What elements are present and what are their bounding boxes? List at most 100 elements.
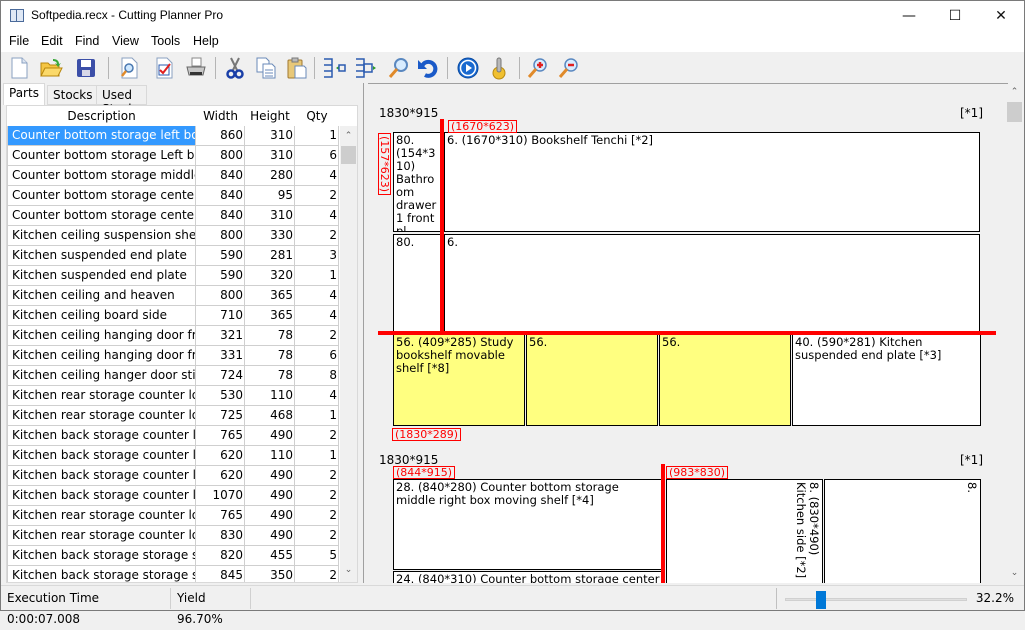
table-row[interactable]: Counter bottom storage middle r 840 280 4: [7, 166, 339, 186]
menu-file[interactable]: File: [9, 34, 29, 48]
cell-height[interactable]: 468: [245, 406, 295, 425]
cell-height[interactable]: 490: [245, 526, 295, 545]
table-row[interactable]: Kitchen back storage counter low 620 110 1: [7, 446, 339, 466]
cell-qty[interactable]: 2: [295, 526, 339, 545]
cell-description[interactable]: Kitchen back storage counter low: [7, 486, 196, 505]
tab-stocks[interactable]: Stocks: [47, 85, 99, 105]
piece-8a[interactable]: 8. (830*490) Kitchen side [*2]: [666, 479, 823, 583]
collapse-icon[interactable]: [321, 55, 347, 81]
scroll-thumb[interactable]: [341, 146, 356, 164]
print-preview-icon[interactable]: [116, 55, 142, 81]
table-row[interactable]: Kitchen suspended end plate 590 281 3: [7, 246, 339, 266]
cell-height[interactable]: 490: [245, 506, 295, 525]
checklist-icon[interactable]: [151, 55, 177, 81]
piece-8b[interactable]: 8.: [824, 479, 981, 583]
cell-width[interactable]: 820: [196, 546, 245, 565]
cell-description[interactable]: Counter bottom storage Left box: [7, 146, 196, 165]
cell-description[interactable]: Kitchen rear storage counter low: [7, 506, 196, 525]
cell-height[interactable]: 78: [245, 326, 295, 345]
column-header-height[interactable]: Height: [245, 106, 295, 126]
cell-width[interactable]: 845: [196, 566, 245, 582]
paste-icon[interactable]: [284, 55, 310, 81]
cell-width[interactable]: 800: [196, 146, 245, 165]
cell-description[interactable]: Counter bottom storage center: [7, 186, 196, 205]
cell-width[interactable]: 840: [196, 166, 245, 185]
cell-qty[interactable]: 2: [295, 186, 339, 205]
scroll-down-icon[interactable]: ⌄: [340, 562, 357, 579]
table-row[interactable]: Kitchen ceiling hanging door fran 331 78 6: [7, 346, 339, 366]
cell-description[interactable]: Kitchen ceiling and heaven: [7, 286, 196, 305]
cell-description[interactable]: Counter bottom storage left box: [7, 126, 196, 145]
tab-used-stocks[interactable]: Used Stocks: [96, 85, 148, 116]
piece-56b[interactable]: 56.: [526, 334, 658, 426]
find-icon[interactable]: [386, 55, 412, 81]
cell-qty[interactable]: 2: [295, 326, 339, 345]
cell-description[interactable]: Kitchen suspended end plate: [7, 246, 196, 265]
cell-width[interactable]: 830: [196, 526, 245, 545]
cell-qty[interactable]: 2: [295, 426, 339, 445]
cell-height[interactable]: 490: [245, 466, 295, 485]
cell-description[interactable]: Kitchen back storage storage she: [7, 566, 196, 582]
cell-description[interactable]: Kitchen ceiling hanging door fran: [7, 346, 196, 365]
pane-splitter[interactable]: [363, 83, 367, 583]
cell-qty[interactable]: 4: [295, 286, 339, 305]
cell-qty[interactable]: 4: [295, 166, 339, 185]
piece-80b[interactable]: 80.: [393, 234, 443, 332]
table-row[interactable]: Kitchen back storage counter low 1070 490 2: [7, 486, 339, 506]
cell-height[interactable]: 310: [245, 206, 295, 225]
table-row[interactable]: Kitchen rear storage counter low 725 468 1: [7, 406, 339, 426]
cell-qty[interactable]: 1: [295, 126, 339, 145]
cell-width[interactable]: 800: [196, 226, 245, 245]
parts-scrollbar[interactable]: ⌃ ⌄: [340, 126, 357, 582]
cell-qty[interactable]: 4: [295, 206, 339, 225]
table-row[interactable]: Kitchen ceiling hanger door stile 724 78 8: [7, 366, 339, 386]
cell-height[interactable]: 490: [245, 486, 295, 505]
tab-parts[interactable]: Parts: [3, 83, 45, 105]
cell-height[interactable]: 280: [245, 166, 295, 185]
cell-description[interactable]: Kitchen suspended end plate: [7, 266, 196, 285]
cell-qty[interactable]: 2: [295, 466, 339, 485]
cell-description[interactable]: Kitchen rear storage counter low: [7, 386, 196, 405]
table-row[interactable]: Counter bottom storage Left box 800 310 6: [7, 146, 339, 166]
piece-6b[interactable]: 6.: [444, 234, 980, 332]
cell-width[interactable]: 590: [196, 246, 245, 265]
cell-height[interactable]: 330: [245, 226, 295, 245]
cell-height[interactable]: 490: [245, 426, 295, 445]
cell-height[interactable]: 455: [245, 546, 295, 565]
cell-qty[interactable]: 8: [295, 366, 339, 385]
zoom-slider-track[interactable]: [785, 598, 967, 601]
column-header-qty[interactable]: Qty: [295, 106, 339, 126]
cell-qty[interactable]: 3: [295, 246, 339, 265]
cell-description[interactable]: Kitchen rear storage counter low: [7, 406, 196, 425]
table-row[interactable]: Counter bottom storage left box 860 310 1: [7, 126, 339, 146]
open-folder-icon[interactable]: [38, 55, 64, 81]
table-row[interactable]: Kitchen back storage counter low 620 490 2: [7, 466, 339, 486]
cell-height[interactable]: 78: [245, 346, 295, 365]
cell-width[interactable]: 840: [196, 206, 245, 225]
cell-width[interactable]: 331: [196, 346, 245, 365]
piece-40[interactable]: 40. (590*281) Kitchen suspended end plat…: [792, 334, 981, 426]
cell-width[interactable]: 321: [196, 326, 245, 345]
cell-description[interactable]: Kitchen back storage counter low: [7, 466, 196, 485]
cell-qty[interactable]: 2: [295, 506, 339, 525]
cut-icon[interactable]: [222, 55, 248, 81]
cell-qty[interactable]: 5: [295, 546, 339, 565]
cell-width[interactable]: 725: [196, 406, 245, 425]
cell-qty[interactable]: 1: [295, 446, 339, 465]
save-icon[interactable]: [73, 55, 99, 81]
scroll-up-icon[interactable]: ⌃: [340, 128, 357, 145]
cell-description[interactable]: Kitchen ceiling suspension shelf: [7, 226, 196, 245]
menu-view[interactable]: View: [112, 34, 139, 48]
scroll-down-icon[interactable]: ⌄: [1006, 565, 1023, 582]
cell-height[interactable]: 110: [245, 386, 295, 405]
cell-height[interactable]: 365: [245, 306, 295, 325]
cell-height[interactable]: 310: [245, 126, 295, 145]
new-file-icon[interactable]: [6, 55, 32, 81]
table-row[interactable]: Counter bottom storage center 840 310 4: [7, 206, 339, 226]
cell-qty[interactable]: 1: [295, 406, 339, 425]
cell-description[interactable]: Kitchen rear storage counter low: [7, 526, 196, 545]
cell-height[interactable]: 110: [245, 446, 295, 465]
close-button[interactable]: ✕: [978, 1, 1024, 32]
piece-56c[interactable]: 56.: [659, 334, 791, 426]
cell-width[interactable]: 530: [196, 386, 245, 405]
